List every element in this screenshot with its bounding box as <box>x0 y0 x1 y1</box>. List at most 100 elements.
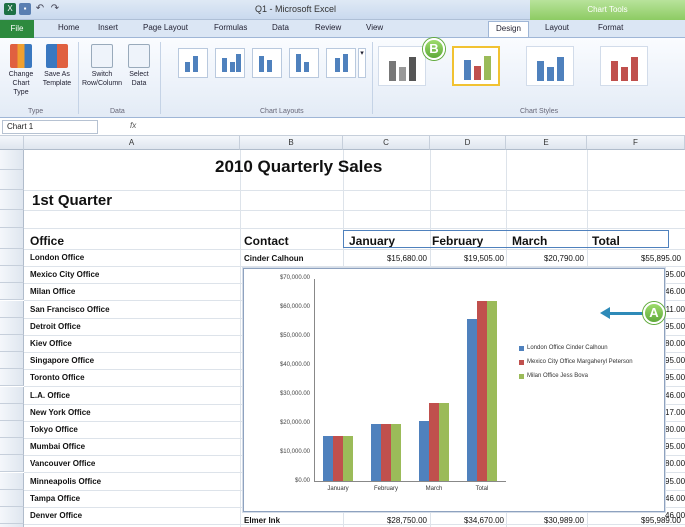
embedded-chart[interactable]: $70,000.00 $60,000.00 $50,000.00 $40,000.00… <box>243 268 665 512</box>
header-office[interactable]: Office <box>30 234 64 248</box>
office-name-cell[interactable]: Detroit Office <box>30 322 81 331</box>
office-name-cell[interactable]: Tampa Office <box>30 494 80 503</box>
office-name-cell[interactable]: Kiev Office <box>30 339 72 348</box>
office-name-cell[interactable]: Vancouver Office <box>30 459 95 468</box>
chart-plot-area[interactable] <box>314 279 506 482</box>
legend-entry[interactable]: Mexico City Office Margaheryl Peterson <box>519 358 659 366</box>
value-cell[interactable]: $20,790.00 <box>508 254 584 263</box>
chart-layout-2[interactable] <box>215 48 245 78</box>
tab-home[interactable]: Home <box>58 23 79 32</box>
chart-bar[interactable] <box>429 402 439 481</box>
save-as-template-button[interactable]: Save As Template <box>40 44 74 88</box>
tab-insert[interactable]: Insert <box>98 23 118 32</box>
sheet-title[interactable]: 2010 Quarterly Sales <box>215 157 382 177</box>
save-icon[interactable]: ▪ <box>19 3 31 15</box>
chart-bar[interactable] <box>381 424 391 481</box>
chart-bar[interactable] <box>439 402 449 481</box>
name-box[interactable]: Chart 1 <box>2 120 98 134</box>
chart-bar[interactable] <box>333 435 343 481</box>
column-header-f[interactable]: F <box>587 136 685 150</box>
value-cell[interactable]: 95.00 <box>665 373 685 382</box>
row-header[interactable] <box>0 266 24 284</box>
office-name-cell[interactable]: L.A. Office <box>30 391 70 400</box>
value-cell[interactable]: 95.00 <box>665 442 685 451</box>
row-header[interactable] <box>0 438 24 456</box>
chart-bar[interactable] <box>477 301 487 481</box>
office-name-cell[interactable]: Singapore Office <box>30 356 94 365</box>
value-cell[interactable]: 46.00 <box>665 287 685 296</box>
row-header[interactable] <box>0 150 24 170</box>
chart-style-2-selected[interactable] <box>452 46 500 86</box>
row-header[interactable] <box>0 352 24 370</box>
office-name-cell[interactable]: Milan Office <box>30 287 75 296</box>
chart-bar[interactable] <box>323 435 333 481</box>
value-cell[interactable]: 46.00 <box>665 391 685 400</box>
office-name-cell[interactable]: Denver Office <box>30 511 82 520</box>
column-header-d[interactable]: D <box>430 136 506 150</box>
office-name-cell[interactable]: New York Office <box>30 408 91 417</box>
office-name-cell[interactable]: Minneapolis Office <box>30 477 101 486</box>
office-name-cell[interactable]: San Francisco Office <box>30 305 110 314</box>
office-name-cell[interactable]: Toronto Office <box>30 373 85 382</box>
tab-page-layout[interactable]: Page Layout <box>143 23 188 32</box>
value-cell[interactable]: 95.00 <box>665 322 685 331</box>
office-name-cell[interactable]: Mexico City Office <box>30 270 99 279</box>
row-header[interactable] <box>0 335 24 352</box>
chart-bar[interactable] <box>487 301 497 481</box>
tab-review[interactable]: Review <box>315 23 341 32</box>
office-name-cell[interactable]: Mumbai Office <box>30 442 85 451</box>
row-header[interactable] <box>0 300 24 318</box>
chart-style-3[interactable] <box>526 46 574 86</box>
column-header-e[interactable]: E <box>506 136 587 150</box>
value-cell[interactable]: $34,670.00 <box>432 516 504 525</box>
select-data-button[interactable]: Select Data <box>124 44 154 88</box>
chart-legend[interactable]: London Office Cinder Calhoun Mexico City … <box>519 344 659 386</box>
row-header[interactable] <box>0 455 24 473</box>
chart-bar[interactable] <box>391 424 401 481</box>
row-header[interactable] <box>0 472 24 490</box>
value-cell[interactable]: $28,750.00 <box>345 516 427 525</box>
chart-bar[interactable] <box>343 435 353 481</box>
row-header[interactable] <box>0 369 24 387</box>
value-cell[interactable]: 80.00 <box>665 425 685 434</box>
value-cell[interactable]: $15,680.00 <box>345 254 427 263</box>
tab-format[interactable]: Format <box>598 23 623 32</box>
row-header[interactable] <box>0 190 24 210</box>
row-header[interactable] <box>0 283 24 301</box>
row-header[interactable] <box>0 317 24 335</box>
value-cell[interactable]: $55,895.00 <box>589 254 681 263</box>
row-header[interactable] <box>0 386 24 404</box>
row-header[interactable] <box>0 421 24 438</box>
tab-data[interactable]: Data <box>272 23 289 32</box>
sheet-subtitle[interactable]: 1st Quarter <box>32 192 112 209</box>
chart-layouts-more-button[interactable]: ▾ <box>358 48 366 78</box>
chart-layout-5[interactable] <box>326 48 356 78</box>
tab-formulas[interactable]: Formulas <box>214 23 247 32</box>
value-cell[interactable]: $30,989.00 <box>508 516 584 525</box>
row-header[interactable] <box>0 507 24 524</box>
chart-layout-3[interactable] <box>252 48 282 78</box>
tab-file[interactable]: File <box>0 20 34 38</box>
contact-cell[interactable]: Elmer Ink <box>244 516 280 525</box>
switch-row-column-button[interactable]: Switch Row/Column <box>82 44 122 88</box>
row-header[interactable] <box>0 170 24 190</box>
chart-style-1[interactable] <box>378 46 426 86</box>
value-cell[interactable]: 95.00 <box>665 270 685 279</box>
chart-bar[interactable] <box>467 318 477 481</box>
contact-cell[interactable]: Cinder Calhoun <box>244 254 304 263</box>
chart-style-4[interactable] <box>600 46 648 86</box>
column-header-c[interactable]: C <box>343 136 430 150</box>
value-cell[interactable]: 46.00 <box>665 511 685 520</box>
fx-icon[interactable]: fx <box>130 121 136 130</box>
value-cell[interactable]: 95.00 <box>665 477 685 486</box>
row-header[interactable] <box>0 403 24 421</box>
redo-icon[interactable]: ↷ <box>49 3 61 15</box>
value-cell[interactable]: 95.00 <box>665 356 685 365</box>
change-chart-type-button[interactable]: Change Chart Type <box>4 44 38 97</box>
row-header[interactable] <box>0 489 24 507</box>
value-cell[interactable]: 80.00 <box>665 339 685 348</box>
value-cell[interactable]: 80.00 <box>665 459 685 468</box>
column-header-b[interactable]: B <box>240 136 343 150</box>
undo-icon[interactable]: ↶ <box>34 3 46 15</box>
value-cell[interactable]: 17.00 <box>665 408 685 417</box>
